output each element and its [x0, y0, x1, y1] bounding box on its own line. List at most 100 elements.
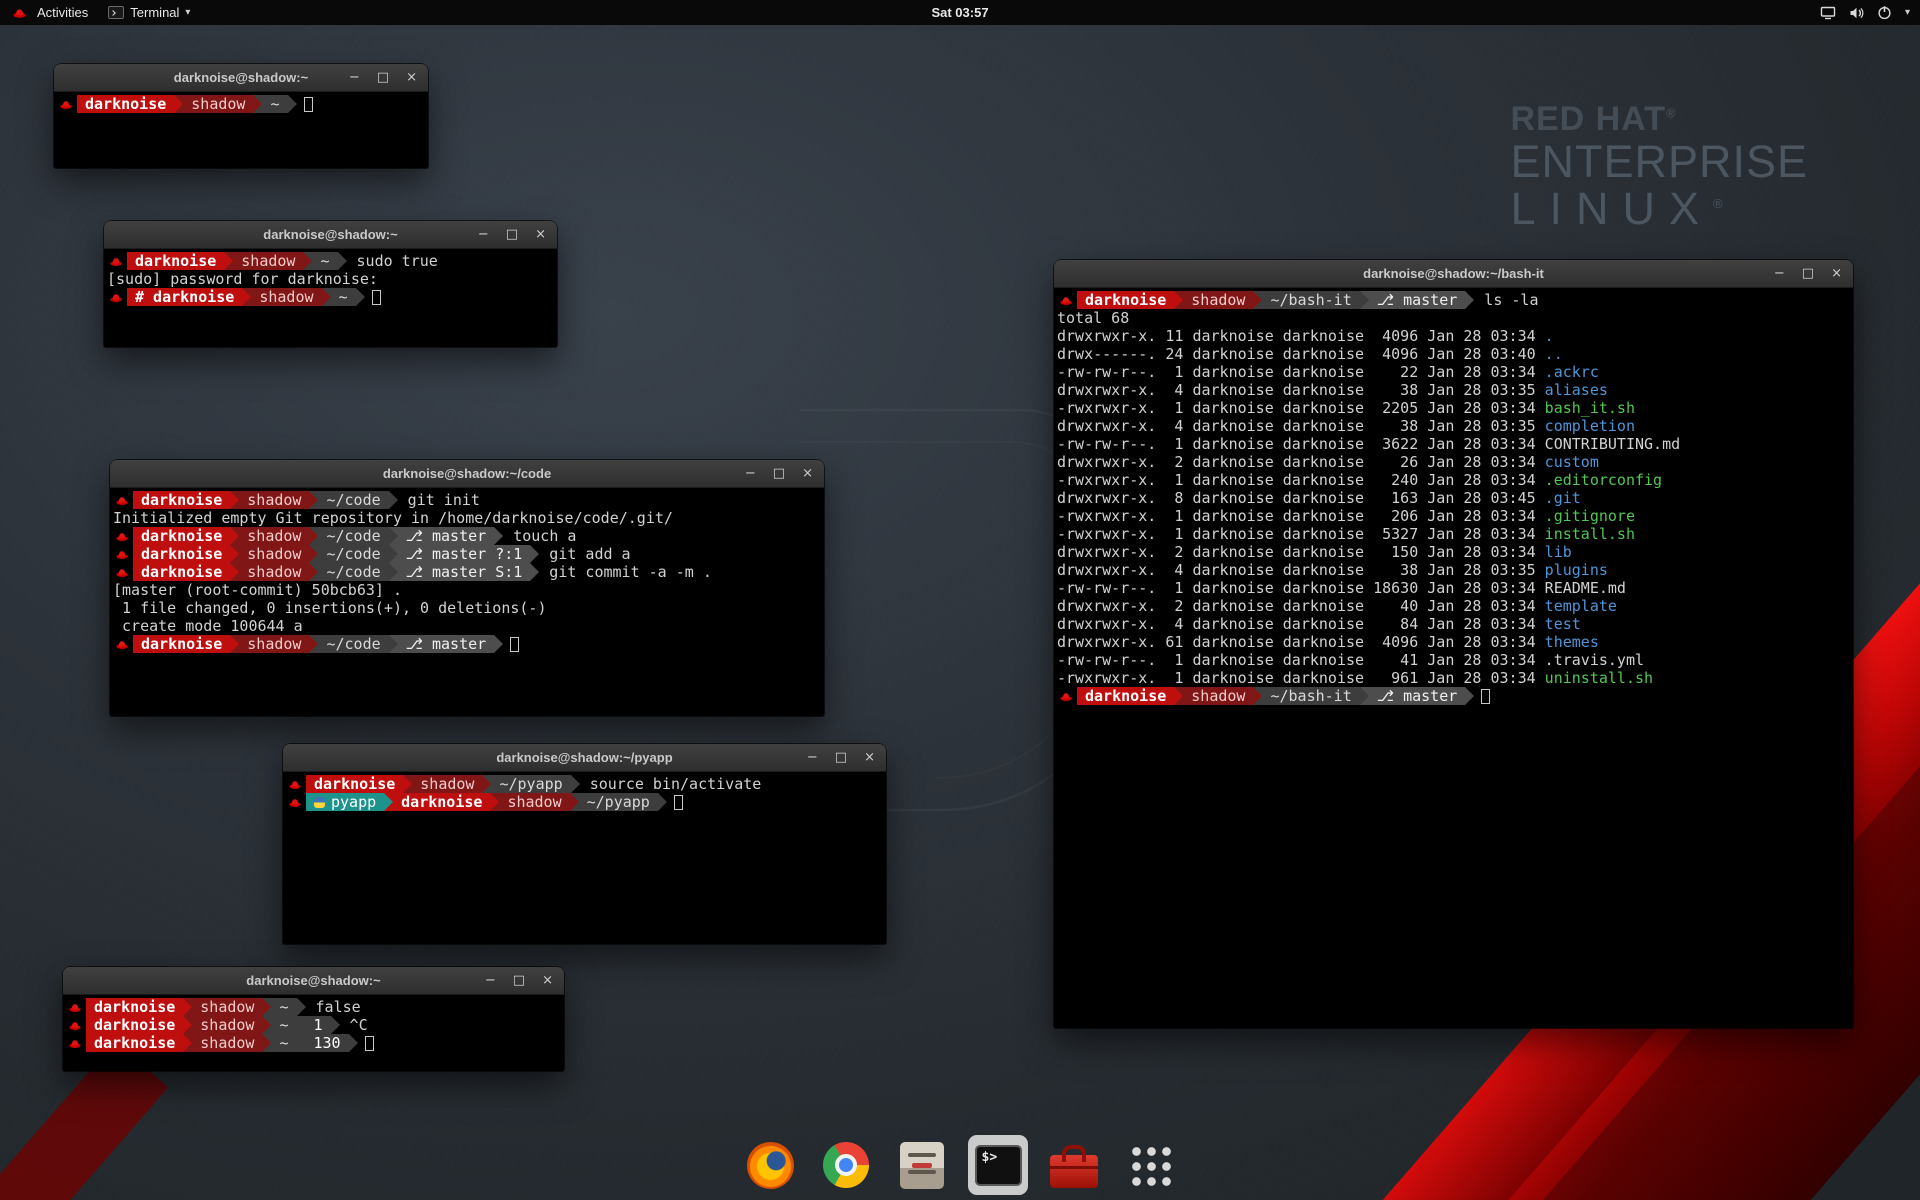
terminal-line: darknoiseshadow~/code⎇ master touch a	[113, 527, 821, 545]
close-button[interactable]: ×	[542, 967, 553, 995]
redhat-prompt-icon	[116, 549, 128, 560]
power-icon[interactable]	[1877, 5, 1892, 20]
window-titlebar[interactable]: darknoise@shadow:~/code − □ ×	[110, 460, 824, 488]
system-menu-chevron-icon[interactable]: ▾	[1905, 7, 1910, 18]
terminal-line: # darknoiseshadow~	[107, 288, 554, 306]
window-titlebar[interactable]: darknoise@shadow:~/bash-it − □ ×	[1054, 260, 1853, 288]
dock-terminal[interactable]: $>	[968, 1135, 1028, 1195]
prompt-segment: # darknoise	[127, 288, 242, 306]
dock-app-grid[interactable]	[1120, 1135, 1180, 1195]
maximize-button[interactable]: □	[1802, 260, 1814, 288]
terminal-window[interactable]: darknoise@shadow:~/code − □ × darknoises…	[110, 460, 824, 716]
maximize-button[interactable]: □	[513, 967, 525, 995]
minimize-button[interactable]: −	[485, 967, 496, 995]
terminal-content[interactable]: darknoiseshadow~/bash-it⎇ master ls -lat…	[1054, 288, 1853, 705]
prompt-segment: ~/code	[318, 635, 388, 653]
powerline-separator	[1174, 687, 1183, 705]
prompt-segment: shadow	[192, 1034, 262, 1052]
terminal-text: .gitignore	[1545, 507, 1635, 525]
redhat-prompt-icon	[69, 1038, 81, 1049]
terminal-line: drwxrwxr-x. 4 darknoise darknoise 38 Jan…	[1057, 561, 1850, 579]
dock-firefox[interactable]	[740, 1135, 800, 1195]
terminal-line: Initialized empty Git repository in /hom…	[113, 509, 821, 527]
window-title: darknoise@shadow:~/pyapp	[496, 750, 672, 765]
terminal-text: total 68	[1057, 309, 1129, 327]
activities-button[interactable]: Activities	[10, 0, 88, 25]
powerline-separator	[1253, 687, 1262, 705]
terminal-line: pyappdarknoiseshadow~/pyapp	[286, 793, 883, 811]
powerline-separator	[338, 252, 347, 270]
close-button[interactable]: ×	[802, 460, 813, 488]
powerline-separator	[174, 95, 183, 113]
terminal-window[interactable]: darknoise@shadow:~ − □ × darknoiseshadow…	[63, 967, 564, 1071]
window-titlebar[interactable]: darknoise@shadow:~ − □ ×	[104, 221, 557, 249]
registered-mark: ®	[1713, 196, 1723, 211]
dock-files[interactable]	[892, 1135, 952, 1195]
dock-chrome[interactable]	[816, 1135, 876, 1195]
prompt-segment: ~	[271, 998, 296, 1016]
powerline-separator	[297, 998, 306, 1016]
terminal-text: drwxrwxr-x. 2 darknoise darknoise 26 Jan…	[1057, 453, 1545, 471]
volume-icon[interactable]	[1849, 6, 1864, 20]
terminal-line: drwxrwxr-x. 2 darknoise darknoise 150 Ja…	[1057, 543, 1850, 561]
terminal-text: test	[1545, 615, 1581, 633]
terminal-line: -rw-rw-r--. 1 darknoise darknoise 41 Jan…	[1057, 651, 1850, 669]
minimize-button[interactable]: −	[349, 64, 360, 92]
close-button[interactable]: ×	[1831, 260, 1842, 288]
terminal-text: Initialized empty Git repository in /hom…	[113, 509, 673, 527]
terminal-content[interactable]: darknoiseshadow~/pyapp source bin/activa…	[283, 772, 886, 811]
prompt-segment: darknoise	[393, 793, 490, 811]
terminal-content[interactable]: darknoiseshadow~/code git initInitialize…	[110, 488, 824, 653]
powerline-separator	[494, 527, 503, 545]
chrome-icon	[823, 1142, 869, 1188]
terminal-text: [sudo] password for darknoise:	[107, 270, 378, 288]
terminal-text: drwxrwxr-x. 11 darknoise darknoise 4096 …	[1057, 327, 1545, 345]
terminal-text: completion	[1545, 417, 1635, 435]
display-icon[interactable]	[1820, 6, 1836, 20]
redhat-prompt-icon	[1060, 295, 1072, 306]
close-button[interactable]: ×	[535, 221, 546, 249]
powerline-separator	[224, 252, 233, 270]
prompt-segment: shadow	[1183, 291, 1253, 309]
terminal-content[interactable]: darknoiseshadow~ sudo true[sudo] passwor…	[104, 249, 557, 306]
window-titlebar[interactable]: darknoise@shadow:~ − □ ×	[54, 64, 428, 92]
powerline-separator	[389, 527, 398, 545]
minimize-button[interactable]: −	[745, 460, 756, 488]
powerline-separator	[1360, 291, 1369, 309]
powerline-separator	[309, 635, 318, 653]
powerline-separator	[494, 635, 503, 653]
command-text: ls -la	[1475, 291, 1538, 309]
clock[interactable]: Sat 03:57	[931, 5, 988, 20]
maximize-button[interactable]: □	[377, 64, 389, 92]
minimize-button[interactable]: −	[1774, 260, 1785, 288]
prompt-segment: shadow	[1183, 687, 1253, 705]
terminal-window[interactable]: darknoise@shadow:~ − □ × darknoiseshadow…	[104, 221, 557, 347]
chevron-down-icon: ▾	[185, 7, 190, 18]
terminal-content[interactable]: darknoiseshadow~	[54, 92, 428, 113]
terminal-content[interactable]: darknoiseshadow~ falsedarknoiseshadow~1 …	[63, 995, 564, 1052]
terminal-text: lib	[1545, 543, 1572, 561]
prompt-segment: ~/pyapp	[579, 793, 658, 811]
dock-toolbox[interactable]	[1044, 1135, 1104, 1195]
terminal-text: CONTRIBUTING.md	[1545, 435, 1680, 453]
window-title: darknoise@shadow:~/code	[383, 466, 551, 481]
maximize-button[interactable]: □	[835, 744, 847, 772]
window-titlebar[interactable]: darknoise@shadow:~ − □ ×	[63, 967, 564, 995]
close-button[interactable]: ×	[406, 64, 417, 92]
desktop: RED HAT® ENTERPRISE LINUX® Activities Te…	[0, 0, 1920, 1200]
terminal-window[interactable]: darknoise@shadow:~/bash-it − □ × darknoi…	[1054, 260, 1853, 1028]
maximize-button[interactable]: □	[506, 221, 518, 249]
maximize-button[interactable]: □	[773, 460, 785, 488]
close-button[interactable]: ×	[864, 744, 875, 772]
prompt-segment: shadow	[251, 288, 321, 306]
terminal-window[interactable]: darknoise@shadow:~ − □ × darknoiseshadow…	[54, 64, 428, 168]
terminal-window[interactable]: darknoise@shadow:~/pyapp − □ × darknoise…	[283, 744, 886, 944]
python-icon	[314, 797, 325, 808]
window-titlebar[interactable]: darknoise@shadow:~/pyapp − □ ×	[283, 744, 886, 772]
powerline-separator	[288, 95, 297, 113]
app-menu-label: Terminal	[130, 5, 179, 20]
app-menu-terminal[interactable]: Terminal ▾	[108, 0, 190, 25]
minimize-button[interactable]: −	[478, 221, 489, 249]
prompt-segment: shadow	[183, 95, 253, 113]
minimize-button[interactable]: −	[807, 744, 818, 772]
